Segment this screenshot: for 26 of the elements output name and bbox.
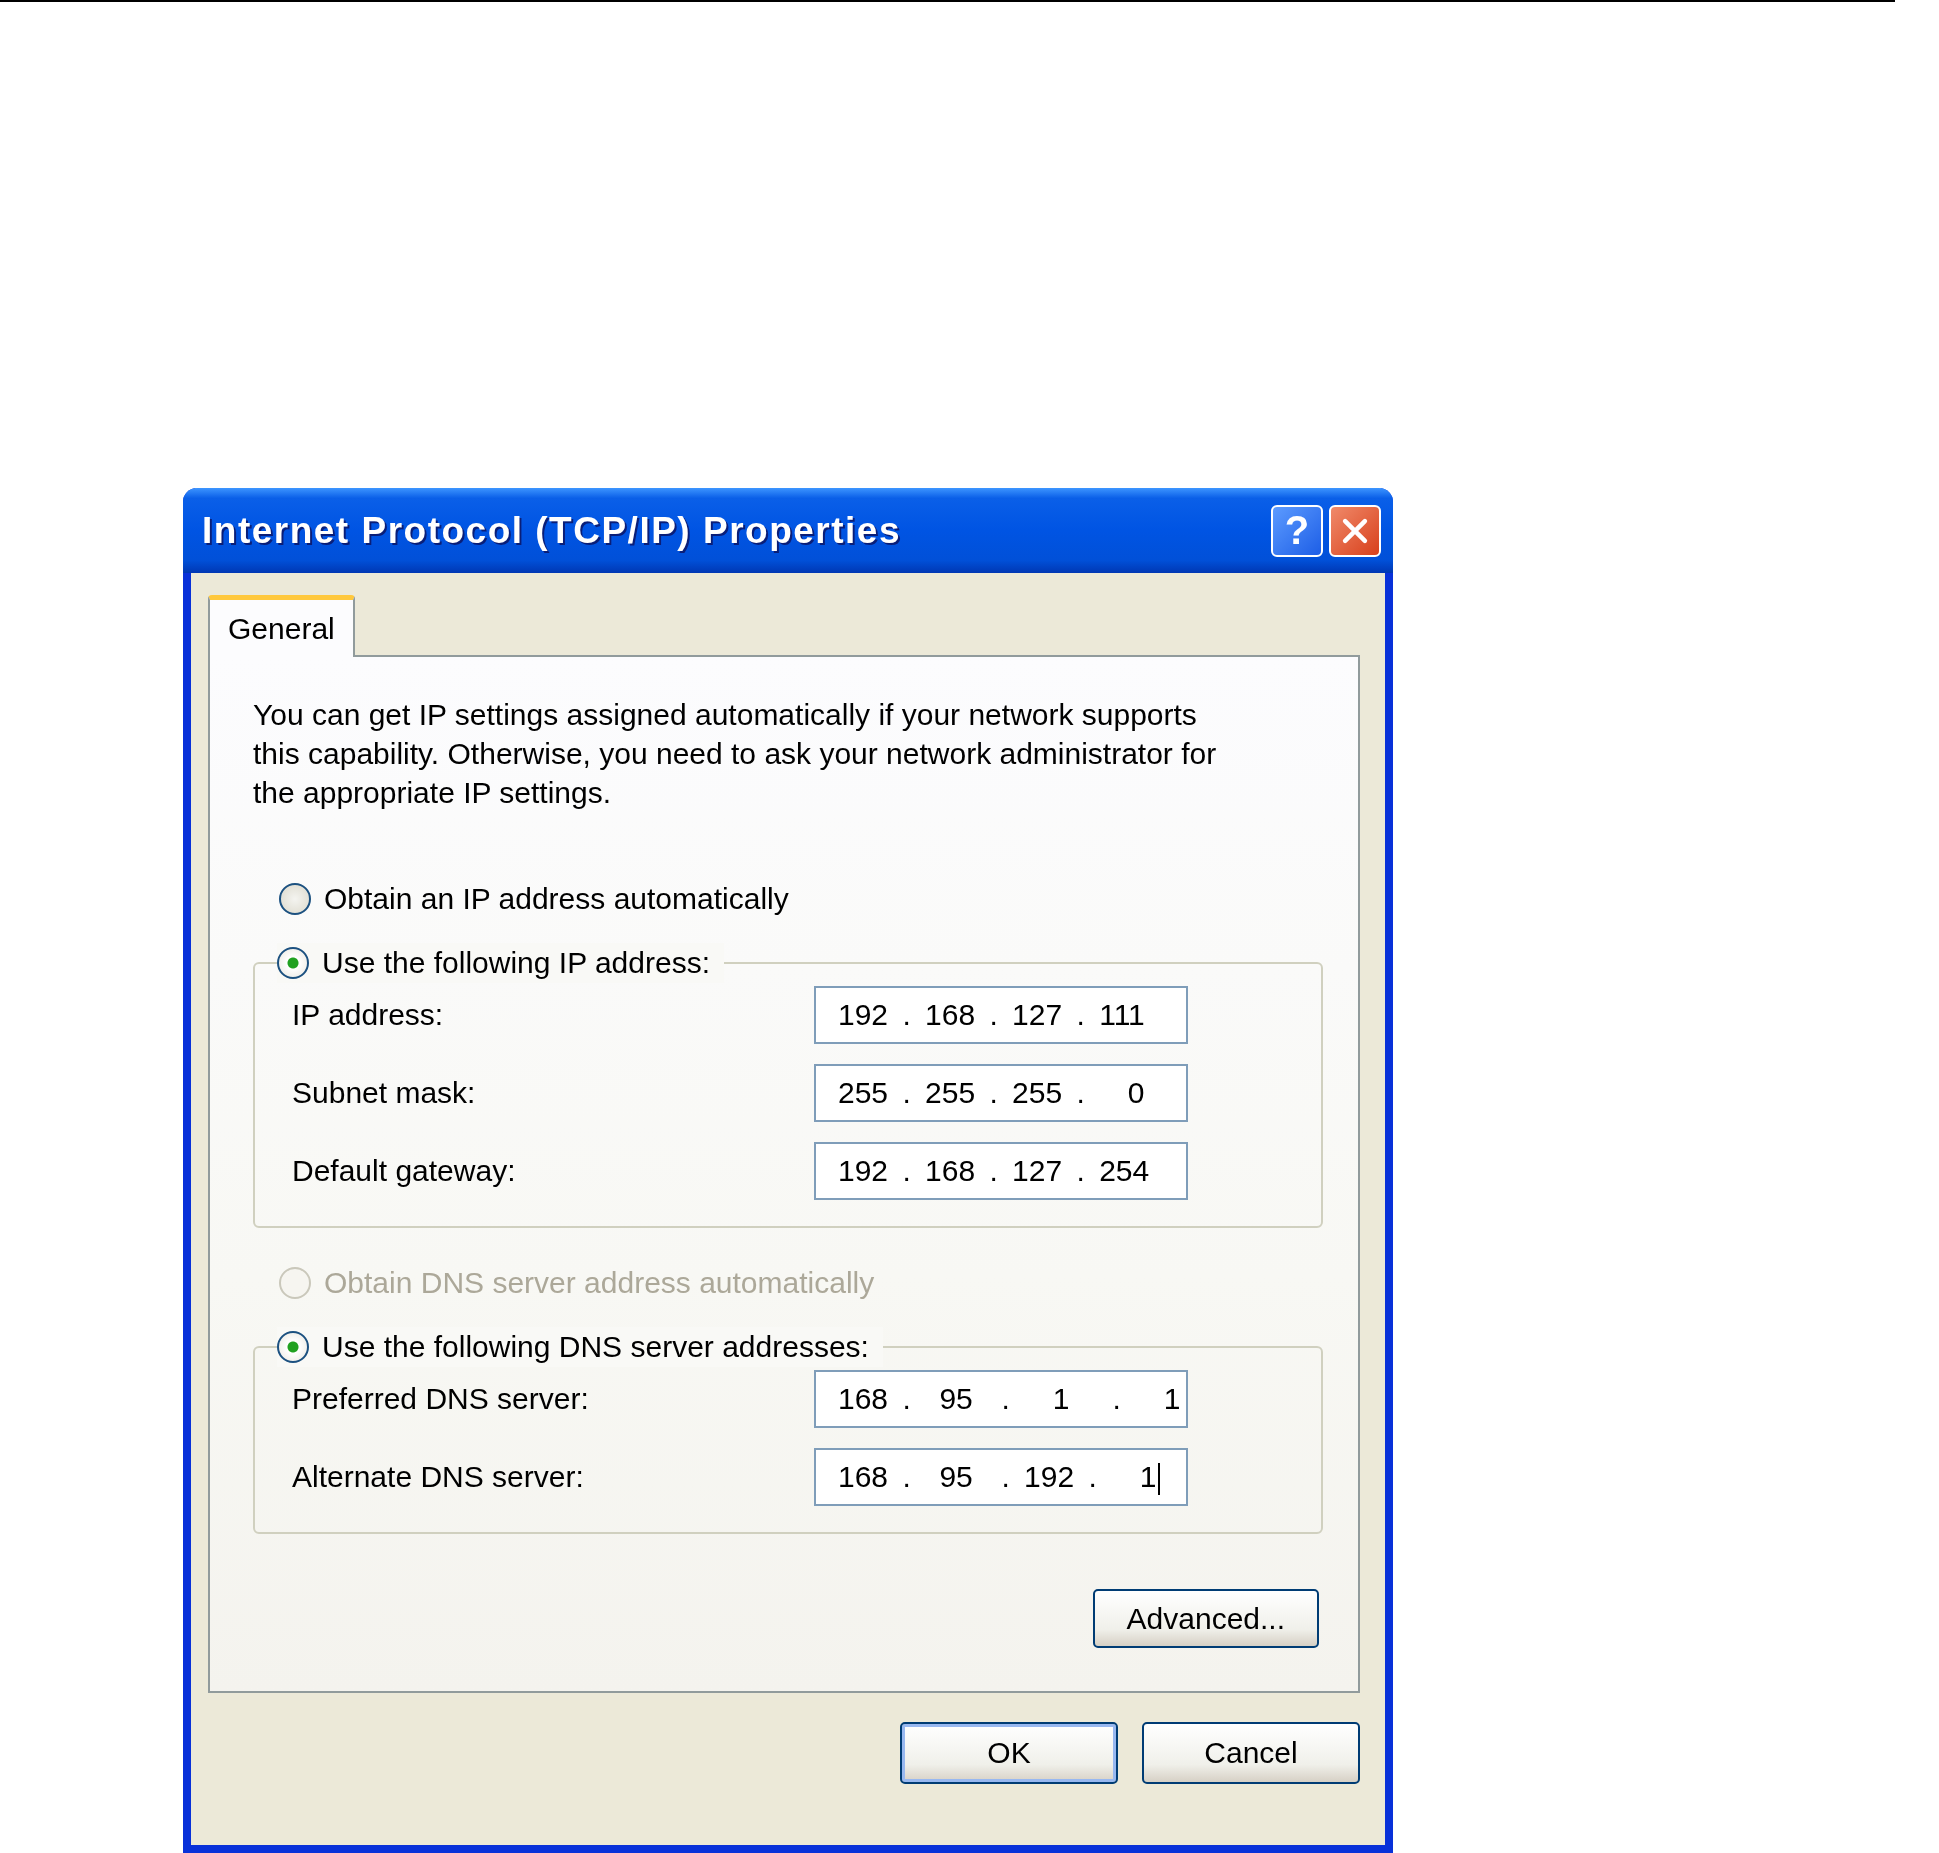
tab[interactable]: General [208,595,355,657]
ok-button[interactable]: OK [900,1722,1118,1784]
radio-label: Obtain DNS server address automatically [324,1266,875,1300]
text-cursor [1157,1463,1160,1496]
description-text: You can get IP settings assigned automatically if your network supports this capability. Otherwise, you need to ask your network administrator for the appropriate IP settings. [253,697,1218,811]
close-button[interactable] [1329,504,1381,557]
field-label: Preferred DNS server: [292,1382,590,1416]
radio-button[interactable] [279,883,311,915]
ip-address-field[interactable]: 255 . 255 . 255 . 0 [814,1064,1188,1122]
ip-address-field[interactable]: 168 . 95 . 1 . 1 [814,1370,1188,1428]
radio-button[interactable] [277,1331,309,1363]
ip-address-field[interactable]: 192 . 168 . 127 . 254 [814,1142,1188,1200]
radio-button[interactable] [277,947,309,979]
ip-address-field[interactable]: 192 . 168 . 127 . 111 [814,986,1188,1044]
field-label: Default gateway: [292,1154,517,1188]
ip-address-field[interactable]: 168 . 95 . 192 . 1 [814,1448,1188,1506]
window-title: Internet Protocol (TCP/IP) Properties [202,509,901,552]
help-button[interactable]: ? [1271,504,1323,557]
field-label: Alternate DNS server: [292,1460,585,1494]
radio-label: Use the following IP address: [322,946,710,980]
advanced-button[interactable]: Advanced... [1092,1589,1319,1648]
cancel-button[interactable]: Cancel [1142,1722,1360,1784]
radio-label: Use the following DNS server addresses: [322,1330,869,1364]
radio-label: Obtain an IP address automatically [324,882,789,916]
field-label: Subnet mask: [292,1076,477,1110]
field-label: IP address: [292,998,445,1032]
